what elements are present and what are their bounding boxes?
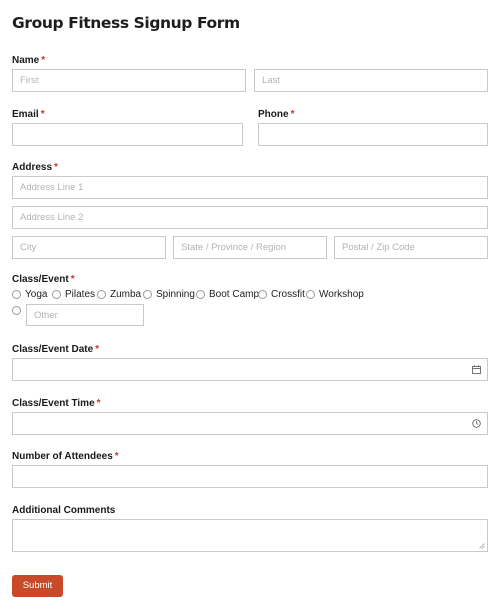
radio-label-spinning: Spinning [156, 289, 195, 300]
phone-input[interactable] [258, 123, 488, 146]
radio-label-boot-camp: Boot Camp [209, 289, 260, 300]
comments-label: Additional Comments [12, 505, 116, 516]
address-label-text: Address [12, 162, 53, 173]
page-title: Group Fitness Signup Form [12, 14, 240, 32]
name-label-text: Name [12, 55, 40, 66]
radio-label-zumba: Zumba [110, 289, 142, 300]
address-label: Address * [12, 162, 58, 173]
other-placeholder: Other [34, 310, 58, 321]
address-line2-input[interactable]: Address Line 2 [12, 206, 488, 229]
radio-pilates[interactable] [52, 290, 61, 299]
zip-input[interactable]: Postal / Zip Code [334, 236, 488, 259]
radio-crossfit[interactable] [258, 290, 267, 299]
attendees-input[interactable] [12, 465, 488, 488]
date-label-text: Class/Event Date [12, 344, 94, 355]
required-mark: * [70, 274, 75, 285]
required-mark: * [95, 344, 100, 355]
first-name-input[interactable]: First [12, 69, 246, 92]
last-name-placeholder: Last [262, 75, 280, 86]
date-input[interactable] [12, 358, 488, 381]
resize-handle-icon[interactable] [479, 543, 485, 549]
radio-yoga[interactable] [12, 290, 21, 299]
time-input[interactable] [12, 412, 488, 435]
class-event-label-text: Class/Event [12, 274, 69, 285]
radio-label-yoga: Yoga [25, 289, 48, 300]
city-input[interactable]: City [12, 236, 166, 259]
required-mark: * [96, 398, 101, 409]
attendees-label: Number of Attendees * [12, 451, 119, 462]
attendees-label-text: Number of Attendees [12, 451, 113, 462]
radio-label-workshop: Workshop [319, 289, 364, 300]
radio-workshop[interactable] [306, 290, 315, 299]
address-line2-placeholder: Address Line 2 [20, 212, 84, 223]
time-label-text: Class/Event Time [12, 398, 95, 409]
first-name-placeholder: First [20, 75, 39, 86]
clock-icon[interactable] [472, 419, 481, 428]
zip-placeholder: Postal / Zip Code [342, 242, 415, 253]
phone-label-text: Phone [258, 109, 289, 120]
radio-spinning[interactable] [143, 290, 152, 299]
other-input[interactable]: Other [26, 304, 144, 326]
required-mark: * [40, 109, 45, 120]
required-mark: * [54, 162, 58, 173]
required-mark: * [290, 109, 295, 120]
name-label: Name * [12, 55, 45, 66]
comments-textarea[interactable] [12, 519, 488, 552]
submit-button[interactable]: Submit [12, 575, 63, 597]
radio-label-pilates: Pilates [65, 289, 96, 300]
required-mark: * [41, 55, 46, 66]
radio-label-crossfit: Crossfit [271, 289, 305, 300]
address-line1-input[interactable]: Address Line 1 [12, 176, 488, 199]
state-input[interactable]: State / Province / Region [173, 236, 327, 259]
address-line1-placeholder: Address Line 1 [20, 182, 84, 193]
calendar-icon[interactable] [472, 365, 481, 374]
last-name-input[interactable]: Last [254, 69, 488, 92]
class-event-label: Class/Event * [12, 274, 75, 285]
time-label: Class/Event Time * [12, 398, 101, 409]
radio-other[interactable] [12, 306, 21, 315]
date-label: Class/Event Date * [12, 344, 99, 355]
radio-boot-camp[interactable] [196, 290, 205, 299]
email-label: Email * [12, 109, 45, 120]
phone-label: Phone * [258, 109, 294, 120]
state-placeholder: State / Province / Region [181, 242, 287, 253]
email-input[interactable] [12, 123, 243, 146]
city-placeholder: City [20, 242, 37, 253]
email-label-text: Email [12, 109, 39, 120]
required-mark: * [114, 451, 119, 462]
radio-zumba[interactable] [97, 290, 106, 299]
